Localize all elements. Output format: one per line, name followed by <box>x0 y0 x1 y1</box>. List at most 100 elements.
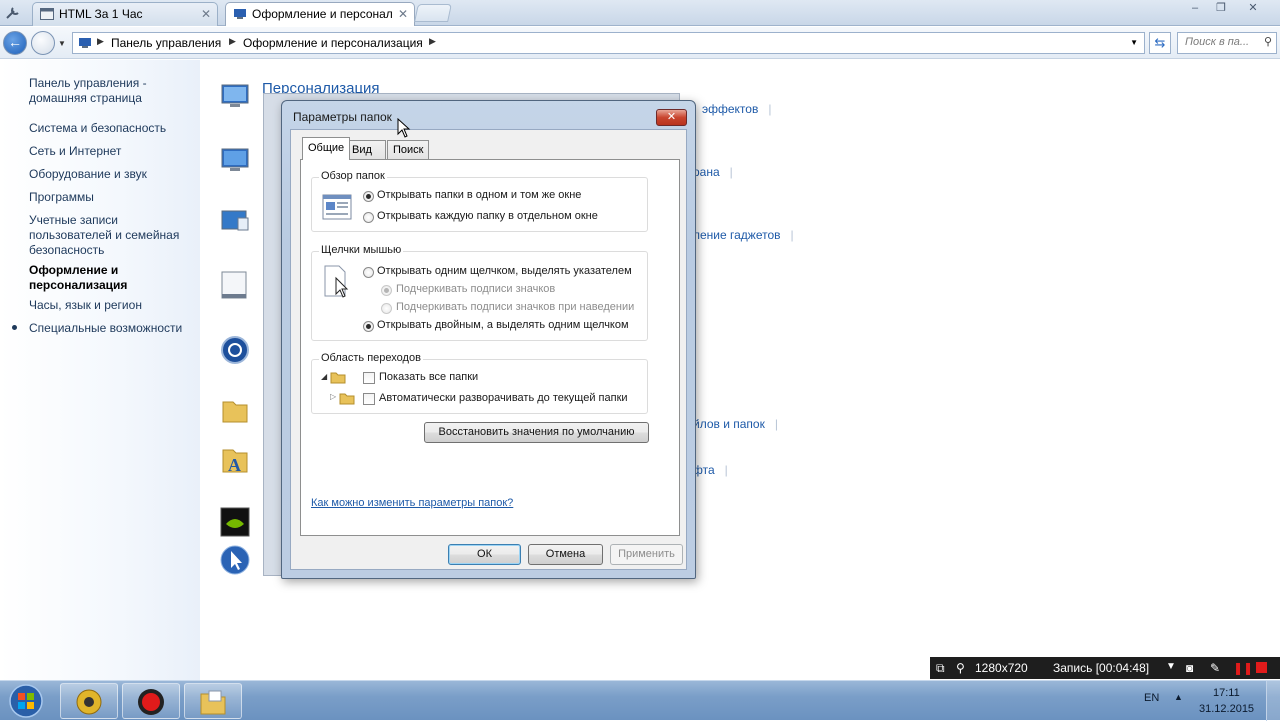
clock-date[interactable]: 31.12.2015 <box>1199 703 1254 715</box>
ease-of-access-icon[interactable] <box>220 334 250 366</box>
underline-hover-option[interactable]: Подчеркивать подписи значков при наведен… <box>396 301 634 313</box>
breadcrumb-control-panel[interactable]: Панель управления <box>111 36 221 50</box>
search-input[interactable]: Поиск в па... ⚲ <box>1177 32 1277 54</box>
taskbar-icon[interactable] <box>220 270 250 302</box>
underline-always-option[interactable]: Подчеркивать подписи значков <box>396 283 555 295</box>
new-window-radio[interactable] <box>363 212 374 223</box>
ok-button[interactable]: ОК <box>448 544 521 565</box>
new-tab-button[interactable] <box>414 4 452 22</box>
pencil-icon[interactable]: ✎ <box>1210 661 1220 675</box>
personalization-icon[interactable] <box>220 82 250 114</box>
link-separator: | <box>790 228 794 242</box>
forward-button[interactable] <box>31 31 55 55</box>
tab-general[interactable]: Общие <box>302 137 351 160</box>
dialog-close-button[interactable]: ✕ <box>656 109 687 126</box>
general-tab-page: Обзор папок Открывать папки в одном и то… <box>300 159 680 536</box>
link-screen-label[interactable]: рана <box>693 165 720 179</box>
address-field[interactable]: ▶ Панель управления ▶ Оформление и персо… <box>72 32 1145 54</box>
taskbar-app-podcast[interactable] <box>60 683 118 719</box>
mouse-pointer-icon[interactable] <box>220 544 250 576</box>
language-indicator[interactable]: EN <box>1144 692 1159 704</box>
breadcrumb-personalization[interactable]: Оформление и персонализация <box>243 36 423 50</box>
link-gadgets-label[interactable]: ление гаджетов <box>693 228 781 242</box>
breadcrumb-separator-icon[interactable]: ▶ <box>97 36 104 47</box>
search-icon[interactable]: ⚲ <box>1264 35 1272 48</box>
link-screen[interactable]: рана | <box>693 165 733 179</box>
fonts-icon[interactable]: A <box>220 444 250 476</box>
cancel-button[interactable]: Отмена <box>528 544 603 565</box>
display-icon[interactable] <box>220 146 250 178</box>
apply-button[interactable]: Применить <box>610 544 683 565</box>
link-fonts-label[interactable]: фта <box>693 463 715 477</box>
clock-time[interactable]: 17:11 <box>1213 687 1240 699</box>
sidebar-item-clock-region[interactable]: Часы, язык и регион <box>29 298 194 313</box>
record-icon <box>138 689 164 715</box>
underline-hover-radio[interactable] <box>381 303 392 314</box>
zoom-icon[interactable]: ⚲ <box>956 661 965 675</box>
browse-folders-group: Обзор папок Открывать папки в одном и то… <box>311 170 648 232</box>
link-files-folders[interactable]: йлов и папок | <box>693 417 778 431</box>
link-files-folders-label[interactable]: йлов и папок <box>693 417 765 431</box>
svg-text:A: A <box>228 455 241 475</box>
auto-expand-checkbox[interactable] <box>363 393 375 405</box>
tab-personalization[interactable]: Оформление и персонал ✕ <box>225 2 415 26</box>
folder-options-help-link[interactable]: Как можно изменить параметры папок? <box>311 497 513 509</box>
breadcrumb-separator-icon[interactable]: ▶ <box>429 36 436 47</box>
refresh-icon: ⇆ <box>1154 35 1166 50</box>
navigation-pane-group: Область переходов ◢ Показать все папки ▷… <box>311 352 648 414</box>
camera-icon[interactable]: ◙ <box>1186 661 1193 675</box>
link-effects-label[interactable]: эффектов <box>702 102 758 116</box>
restore-defaults-button[interactable]: Восстановить значения по умолчанию <box>424 422 649 443</box>
nvidia-icon[interactable] <box>220 506 250 538</box>
sidebar-item-hardware-sound[interactable]: Оборудование и звук <box>29 167 194 182</box>
same-window-option[interactable]: Открывать папки в одном и том же окне <box>377 189 581 201</box>
tab-view[interactable]: Вид <box>346 140 386 159</box>
folder-options-icon[interactable] <box>220 394 250 426</box>
recorder-menu-icon[interactable]: ▼ <box>1166 661 1176 672</box>
tab-close-icon[interactable]: ✕ <box>398 3 408 25</box>
tab-search[interactable]: Поиск <box>387 140 429 159</box>
sidebar-item-programs[interactable]: Программы <box>29 190 194 205</box>
stop-icon[interactable] <box>1256 662 1267 673</box>
fullscreen-icon[interactable]: ⧉ <box>936 661 945 676</box>
gadgets-icon[interactable] <box>220 208 250 240</box>
double-click-option[interactable]: Открывать двойным, а выделять одним щелч… <box>377 319 629 331</box>
wrench-icon[interactable] <box>4 4 22 22</box>
pause-icon[interactable]: ❚❚ <box>1233 661 1253 675</box>
tab-close-icon[interactable]: ✕ <box>201 3 211 25</box>
underline-always-radio[interactable] <box>381 285 392 296</box>
dialog-body: Общие Вид Поиск Обзор папок Открывать па… <box>290 129 687 570</box>
history-dropdown-icon[interactable]: ▼ <box>58 39 66 48</box>
single-click-radio[interactable] <box>363 267 374 278</box>
start-button[interactable] <box>3 683 49 719</box>
address-dropdown-icon[interactable]: ▼ <box>1130 38 1138 47</box>
sidebar-item-network[interactable]: Сеть и Интернет <box>29 144 194 159</box>
breadcrumb-separator-icon[interactable]: ▶ <box>229 36 236 47</box>
same-window-radio[interactable] <box>363 191 374 202</box>
tab-html-course[interactable]: HTML За 1 Час ✕ <box>32 2 218 26</box>
sidebar-item-accessibility[interactable]: Специальные возможности <box>29 321 194 336</box>
sidebar-item-home[interactable]: Панель управления - домашняя страница <box>29 76 194 106</box>
tab-label: Оформление и персонал <box>252 7 393 21</box>
minimize-button[interactable]: – <box>1182 1 1208 17</box>
link-fonts[interactable]: фта | <box>693 463 728 477</box>
sidebar-item-user-accounts[interactable]: Учетные записи пользователей и семейная … <box>29 213 194 258</box>
single-click-option[interactable]: Открывать одним щелчком, выделять указат… <box>377 265 632 277</box>
back-button[interactable]: ← <box>3 31 27 55</box>
sidebar-item-system-security[interactable]: Система и безопасность <box>29 121 194 136</box>
refresh-button[interactable]: ⇆ <box>1149 32 1171 54</box>
link-gadgets[interactable]: ление гаджетов | <box>693 228 794 242</box>
same-window-icon <box>322 194 352 220</box>
auto-expand-option[interactable]: Автоматически разворачивать до текущей п… <box>379 392 628 404</box>
show-desktop-button[interactable] <box>1266 681 1280 721</box>
link-effects[interactable]: эффектов | <box>702 102 771 116</box>
new-window-option[interactable]: Открывать каждую папку в отдельном окне <box>377 210 598 222</box>
show-all-folders-option[interactable]: Показать все папки <box>379 371 478 383</box>
restore-button[interactable]: ❐ <box>1208 1 1234 17</box>
tray-expand-icon[interactable]: ▲ <box>1174 692 1183 702</box>
show-all-folders-checkbox[interactable] <box>363 372 375 384</box>
taskbar-app-control-panel[interactable] <box>184 683 242 719</box>
taskbar-app-recorder[interactable] <box>122 683 180 719</box>
window-close-button[interactable]: ✕ <box>1240 1 1266 17</box>
double-click-radio[interactable] <box>363 321 374 332</box>
